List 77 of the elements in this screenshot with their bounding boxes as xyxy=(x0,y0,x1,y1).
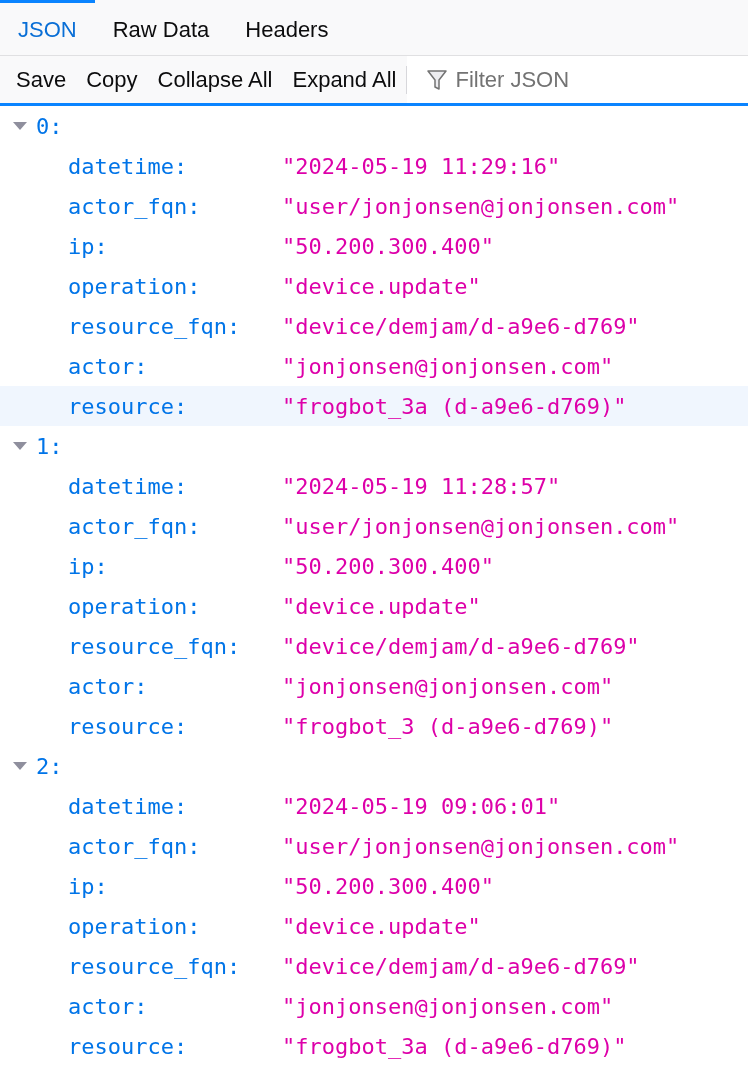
funnel-icon xyxy=(427,69,448,91)
json-key: 2: xyxy=(36,749,63,783)
json-key: actor_fqn: xyxy=(68,829,282,863)
json-value: "jonjonsen@jonjonsen.com" xyxy=(282,672,614,701)
collapse-triangle-icon[interactable] xyxy=(12,120,28,132)
json-value: "2024-05-19 09:06:01" xyxy=(282,792,561,821)
json-row[interactable]: actor_fqn: "user/jonjonsen@jonjonsen.com" xyxy=(0,826,748,866)
json-row[interactable]: resource: "frogbot_3 (d-a9e6-d769)" xyxy=(0,706,748,746)
json-key: resource_fqn: xyxy=(68,949,282,983)
json-value: "2024-05-19 11:29:16" xyxy=(282,152,561,181)
json-value: "50.200.300.400" xyxy=(282,232,494,261)
json-value: "frogbot_3 (d-a9e6-d769)" xyxy=(282,712,614,741)
json-row[interactable]: actor_fqn: "user/jonjonsen@jonjonsen.com" xyxy=(0,186,748,226)
json-value: "2024-05-19 11:28:57" xyxy=(282,472,561,501)
json-key: resource_fqn: xyxy=(68,309,282,343)
json-key: ip: xyxy=(68,549,282,583)
json-row[interactable]: operation: "device.update" xyxy=(0,586,748,626)
json-key: 0: xyxy=(36,109,63,143)
json-value: "user/jonjonsen@jonjonsen.com" xyxy=(282,192,680,221)
tab[interactable]: Raw Data xyxy=(94,0,228,55)
json-key: operation: xyxy=(68,269,282,303)
json-key: resource: xyxy=(68,709,282,743)
json-key: actor: xyxy=(68,669,282,703)
json-row[interactable]: datetime: "2024-05-19 11:29:16" xyxy=(0,146,748,186)
json-value: "device/demjam/d-a9e6-d769" xyxy=(282,632,640,661)
json-value: "frogbot_3a (d-a9e6-d769)" xyxy=(282,392,627,421)
json-value: "jonjonsen@jonjonsen.com" xyxy=(282,992,614,1021)
collapse-triangle-icon[interactable] xyxy=(12,760,28,772)
json-row[interactable]: actor: "jonjonsen@jonjonsen.com" xyxy=(0,346,748,386)
json-key: 1: xyxy=(36,429,63,463)
json-key: actor: xyxy=(68,349,282,383)
json-key: datetime: xyxy=(68,789,282,823)
json-value: "device/demjam/d-a9e6-d769" xyxy=(282,312,640,341)
json-row[interactable]: operation: "device.update" xyxy=(0,266,748,306)
toolbar-button[interactable]: Expand All xyxy=(282,63,407,96)
toolbar-button[interactable]: Copy xyxy=(76,63,148,96)
json-key: ip: xyxy=(68,229,282,263)
json-key: operation: xyxy=(68,589,282,623)
filter-field[interactable]: Filter JSON xyxy=(407,56,748,103)
json-row[interactable]: ip: "50.200.300.400" xyxy=(0,546,748,586)
json-value: "device.update" xyxy=(282,592,481,621)
json-row[interactable]: datetime: "2024-05-19 09:06:01" xyxy=(0,786,748,826)
json-value: "50.200.300.400" xyxy=(282,552,494,581)
json-value: "device.update" xyxy=(282,912,481,941)
json-row[interactable]: actor_fqn: "user/jonjonsen@jonjonsen.com" xyxy=(0,506,748,546)
json-row[interactable]: resource: "frogbot_3a (d-a9e6-d769)" xyxy=(0,1026,748,1066)
json-row[interactable]: resource_fqn: "device/demjam/d-a9e6-d769" xyxy=(0,306,748,346)
json-value: "jonjonsen@jonjonsen.com" xyxy=(282,352,614,381)
json-value: "device.update" xyxy=(282,272,481,301)
json-row[interactable]: datetime: "2024-05-19 11:28:57" xyxy=(0,466,748,506)
json-row[interactable]: operation: "device.update" xyxy=(0,906,748,946)
json-key: resource: xyxy=(68,389,282,423)
json-key: resource_fqn: xyxy=(68,629,282,663)
tab[interactable]: Headers xyxy=(227,0,347,55)
json-key: actor: xyxy=(68,989,282,1023)
toolbar-button[interactable]: Collapse All xyxy=(147,63,283,96)
json-row[interactable]: resource_fqn: "device/demjam/d-a9e6-d769" xyxy=(0,626,748,666)
json-key: datetime: xyxy=(68,149,282,183)
json-row[interactable]: resource_fqn: "device/demjam/d-a9e6-d769" xyxy=(0,946,748,986)
toolbar-button[interactable]: Save xyxy=(6,63,77,96)
json-key: actor_fqn: xyxy=(68,509,282,543)
json-value: "frogbot_3a (d-a9e6-d769)" xyxy=(282,1032,627,1061)
json-key: resource: xyxy=(68,1029,282,1063)
json-key: ip: xyxy=(68,869,282,903)
json-value: "50.200.300.400" xyxy=(282,872,494,901)
json-key: operation: xyxy=(68,909,282,943)
json-row[interactable]: ip: "50.200.300.400" xyxy=(0,226,748,266)
json-value: "user/jonjonsen@jonjonsen.com" xyxy=(282,512,680,541)
json-row[interactable]: ip: "50.200.300.400" xyxy=(0,866,748,906)
json-row[interactable]: resource: "frogbot_3a (d-a9e6-d769)" xyxy=(0,386,748,426)
collapse-triangle-icon[interactable] xyxy=(12,440,28,452)
json-row[interactable]: actor: "jonjonsen@jonjonsen.com" xyxy=(0,666,748,706)
json-row[interactable]: actor: "jonjonsen@jonjonsen.com" xyxy=(0,986,748,1026)
json-key: datetime: xyxy=(68,469,282,503)
json-value: "device/demjam/d-a9e6-d769" xyxy=(282,952,640,981)
json-value: "user/jonjonsen@jonjonsen.com" xyxy=(282,832,680,861)
json-key: actor_fqn: xyxy=(68,189,282,223)
